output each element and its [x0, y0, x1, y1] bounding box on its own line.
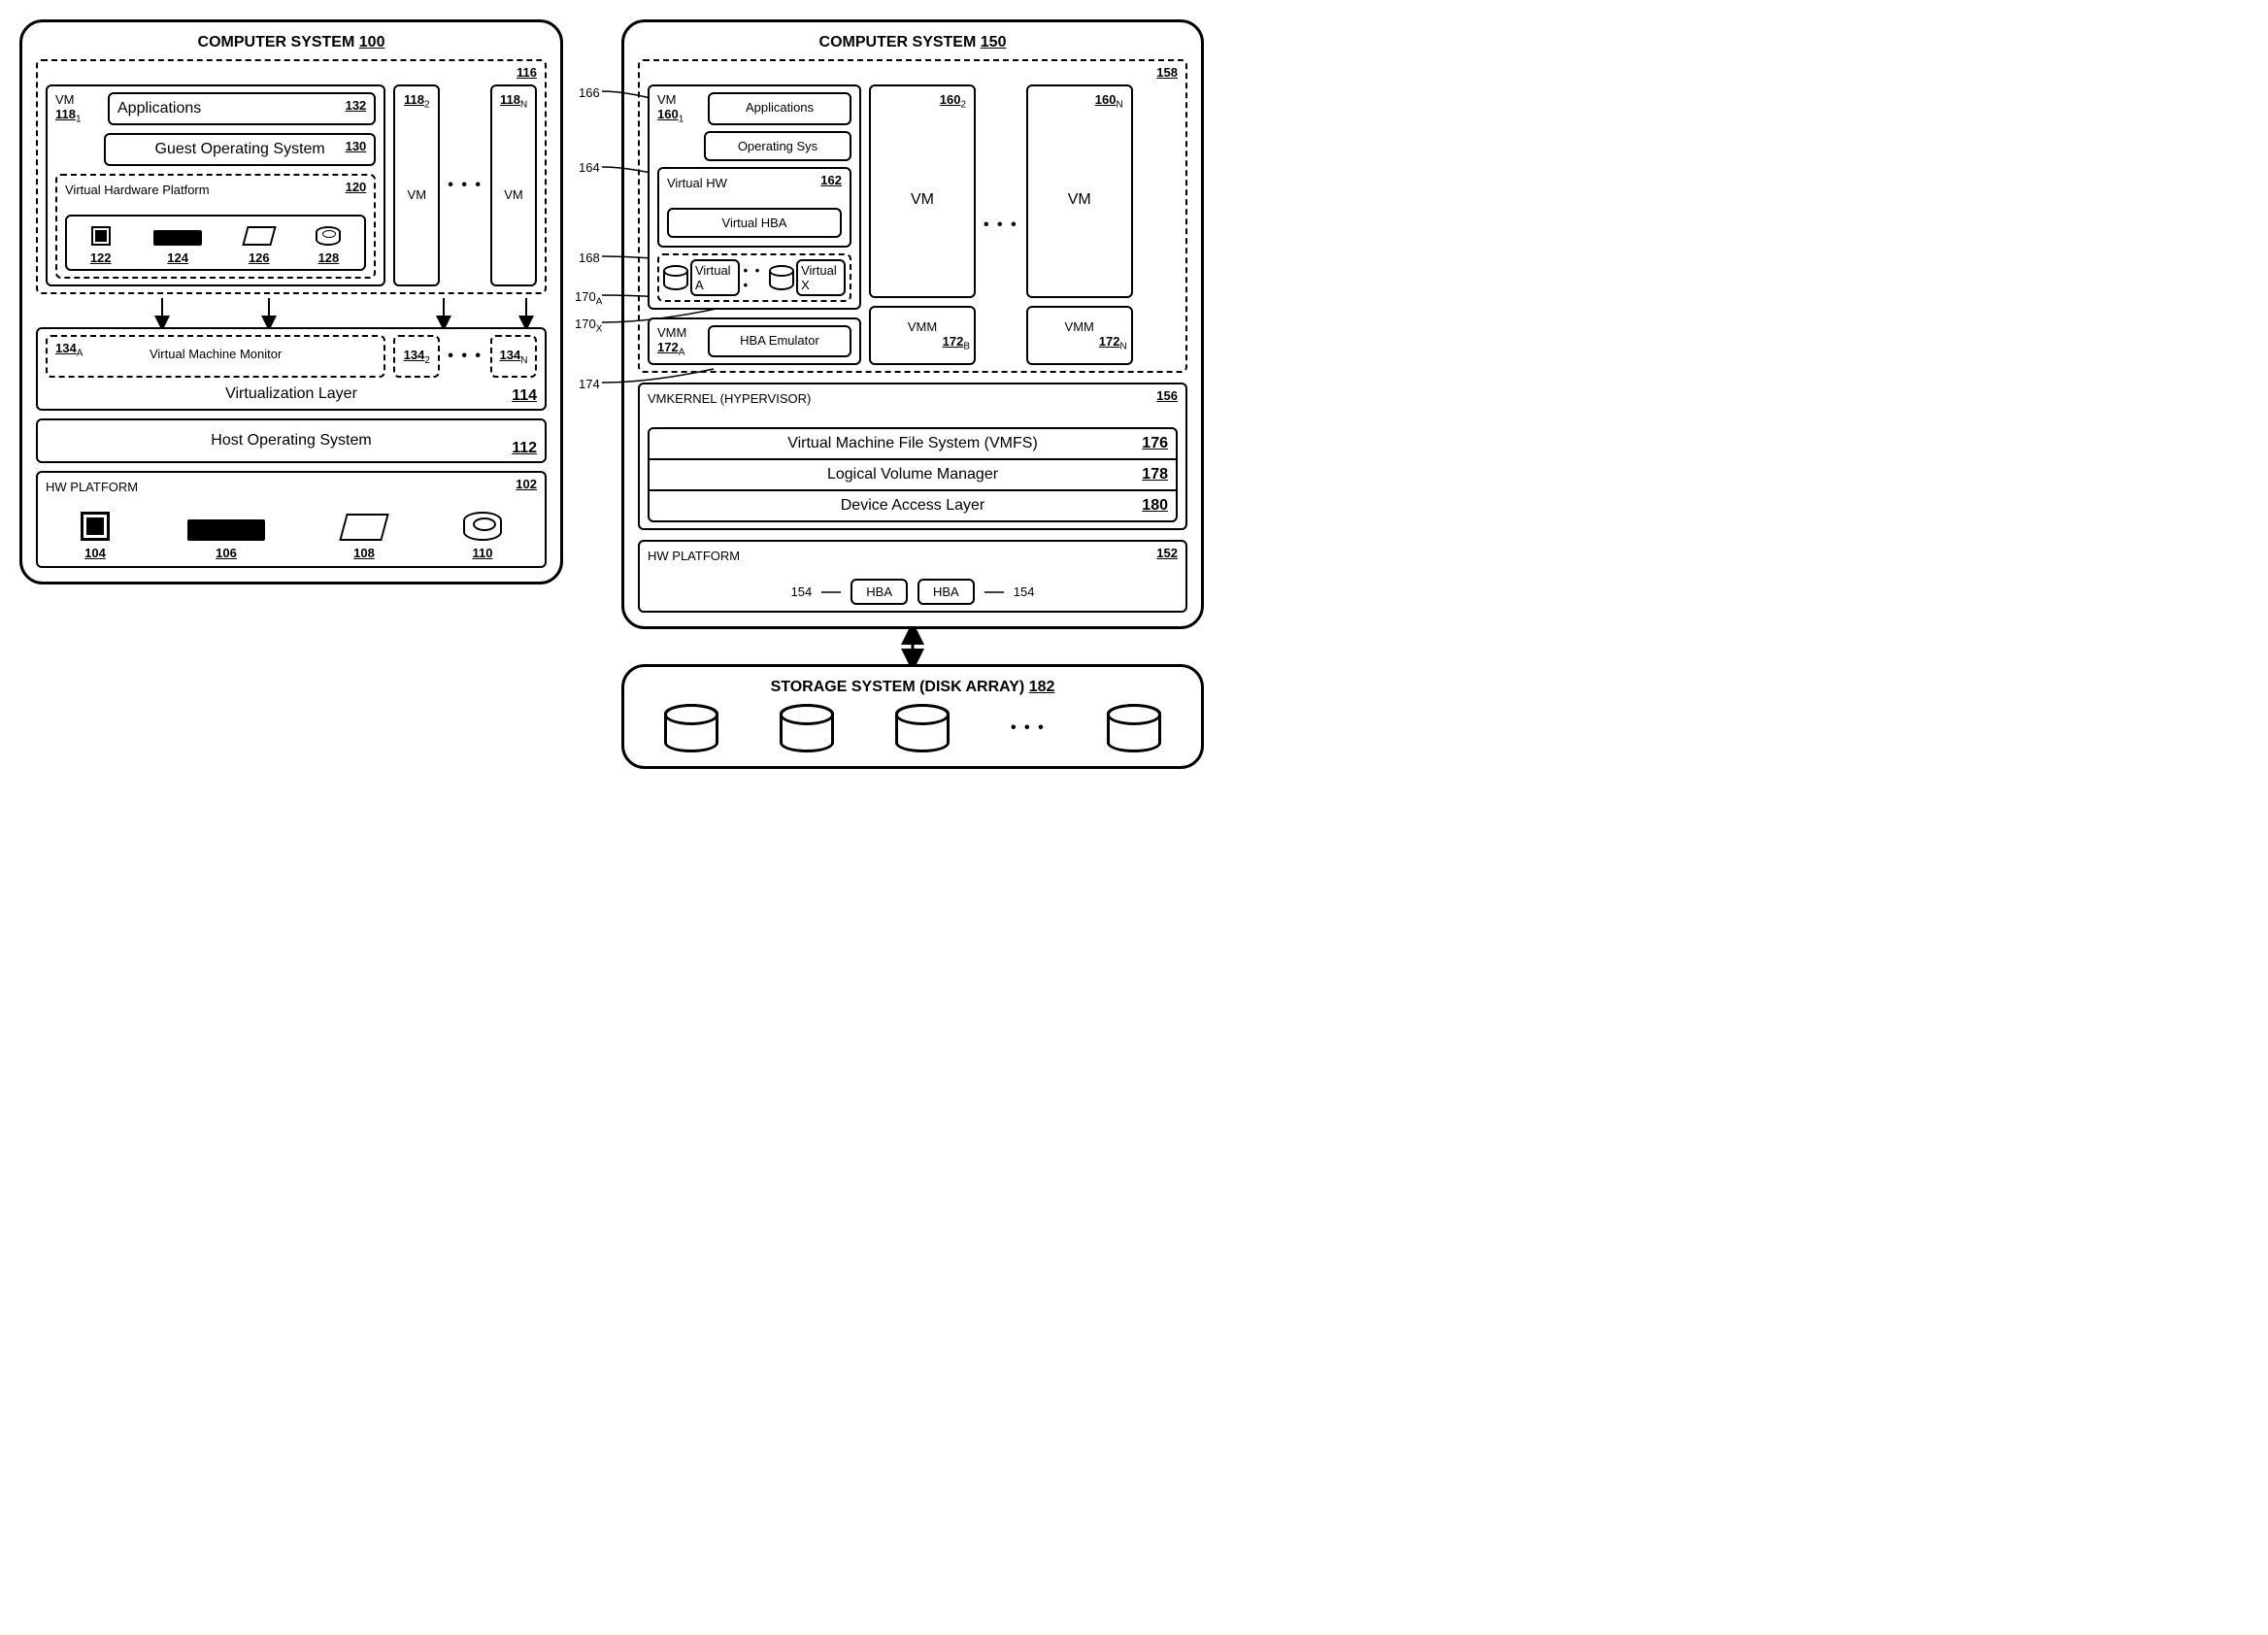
virtual-disk-a: Virtual A — [663, 259, 740, 296]
hba-box-1: HBA — [850, 579, 908, 605]
applications-box: Applications — [708, 92, 851, 125]
vm-160-1-label: VM 1601 — [657, 92, 700, 125]
cylinder-icon — [663, 265, 688, 290]
virtual-disk-x: Virtual X — [769, 259, 846, 296]
line-icon — [821, 586, 841, 598]
cylinder-icon — [769, 265, 794, 290]
vmm-172-a: VMM 172A HBA Emulator — [648, 317, 861, 366]
virt-layer-label: Virtualization Layer — [46, 385, 537, 403]
lead-174: 174 — [579, 377, 600, 391]
lead-170a: 170A — [575, 289, 602, 308]
nic-icon: 126 — [245, 226, 274, 265]
bidir-arrow — [621, 629, 1204, 664]
virtual-hba-box: Virtual HBA — [667, 208, 842, 238]
hdd-icon: 128 — [316, 226, 341, 265]
hba-emulator-box: HBA Emulator — [708, 325, 851, 358]
vmm-ellipsis: • • • — [448, 348, 483, 365]
dal-box: Device Access Layer 180 — [650, 491, 1176, 520]
lead-170x: 170X — [575, 317, 602, 335]
cylinder-icon — [895, 704, 950, 752]
vm-118-1-label: VM 1181 — [55, 92, 100, 125]
computer-system-100: COMPUTER SYSTEM 100 116 VM 1181 Applicat… — [19, 19, 563, 584]
hw-platform-152-box: HW PLATFORM 152 154 HBA HBA 154 — [638, 540, 1187, 613]
operating-sys-box: Operating Sys — [704, 131, 851, 161]
vm-118-n: 118N VM — [490, 84, 537, 286]
cylinder-icon — [664, 704, 718, 752]
hba-box-2: HBA — [917, 579, 975, 605]
hba-ref-right: 154 — [1014, 584, 1035, 599]
virtualization-layer-box: 134A Virtual Machine Monitor 1342 • • • … — [36, 327, 547, 411]
virtual-hw-icons: 122 124 126 128 — [65, 215, 366, 271]
vm-group-116: 116 VM 1181 Applications 132 — [36, 59, 547, 294]
arrows-vm-to-vmm — [36, 298, 547, 327]
applications-box: Applications 132 — [108, 92, 376, 125]
host-os-box: Host Operating System 112 — [36, 418, 547, 463]
title-text: COMPUTER SYSTEM — [819, 34, 977, 50]
vmm-134-n: 134N — [490, 335, 537, 378]
vmkernel-stack: Virtual Machine File System (VMFS) 176 L… — [648, 427, 1178, 522]
vmm-172-b: VMM 172B — [869, 306, 976, 366]
system-150-title: COMPUTER SYSTEM 150 — [638, 34, 1187, 51]
vmm-134-2: 1342 — [393, 335, 440, 378]
storage-system-box: STORAGE SYSTEM (DISK ARRAY) 182 • • • — [621, 664, 1204, 769]
hw-ram-icon: 106 — [187, 519, 265, 560]
cpu-icon: 122 — [90, 226, 112, 265]
system-150-frame: COMPUTER SYSTEM 150 158 VM 1601 Applicat… — [621, 19, 1204, 629]
vmm-172-n: VMM 172N — [1026, 306, 1133, 366]
vm-118-1: VM 1181 Applications 132 Guest Operating… — [46, 84, 385, 286]
vm-ellipsis: • • • — [448, 177, 483, 194]
vmfs-box: Virtual Machine File System (VMFS) 176 — [650, 429, 1176, 460]
virtual-disk-group: Virtual A • • • Virtual X — [657, 253, 851, 302]
lead-166: 166 — [579, 85, 600, 100]
storage-ellipsis: • • • — [1011, 719, 1046, 737]
cylinder-icon — [780, 704, 834, 752]
title-ref: 100 — [359, 34, 385, 50]
hba-ref-left: 154 — [791, 584, 813, 599]
vm-ellipsis: • • • — [984, 217, 1018, 234]
vm-160-n: 160N VM — [1026, 84, 1133, 298]
hw-platform-box: HW PLATFORM 102 104 106 108 110 — [36, 471, 547, 568]
vmkernel-box: VMKERNEL (HYPERVISOR) 156 Virtual Machin… — [638, 383, 1187, 530]
lead-164: 164 — [579, 160, 600, 175]
vm-group-158: 158 VM 1601 Applications Operating Sys — [638, 59, 1187, 373]
virtual-hw-platform-box: Virtual Hardware Platform 120 122 124 12… — [55, 174, 376, 279]
title-text: COMPUTER SYSTEM — [198, 34, 355, 50]
line-icon — [984, 586, 1004, 598]
ram-icon: 124 — [153, 230, 202, 265]
system-100-title: COMPUTER SYSTEM 100 — [36, 34, 547, 51]
computer-system-150: 166 164 168 170A 170X 174 COMPUTER SYSTE… — [621, 19, 1204, 769]
virtual-hw-box: Virtual HW 162 Virtual HBA — [657, 167, 851, 248]
lead-168: 168 — [579, 250, 600, 265]
storage-title: STORAGE SYSTEM (DISK ARRAY) 182 — [638, 679, 1187, 696]
hw-hdd-icon: 110 — [463, 512, 502, 560]
vm-160-1: VM 1601 Applications Operating Sys Virtu… — [648, 84, 861, 310]
ref-116: 116 — [517, 65, 537, 80]
vm-160-2: 1602 VM — [869, 84, 976, 298]
ref-158: 158 — [1156, 65, 1178, 80]
title-ref: 150 — [981, 34, 1007, 50]
system-100-frame: COMPUTER SYSTEM 100 116 VM 1181 Applicat… — [19, 19, 563, 584]
cylinder-icon — [1107, 704, 1161, 752]
vmm-134-a: 134A Virtual Machine Monitor — [46, 335, 385, 378]
guest-os-box: Guest Operating System 130 — [104, 133, 376, 166]
hw-nic-icon: 108 — [343, 514, 385, 560]
vm-118-2: 1182 VM — [393, 84, 440, 286]
lvm-box: Logical Volume Manager 178 — [650, 460, 1176, 491]
hw-cpu-icon: 104 — [81, 512, 110, 560]
